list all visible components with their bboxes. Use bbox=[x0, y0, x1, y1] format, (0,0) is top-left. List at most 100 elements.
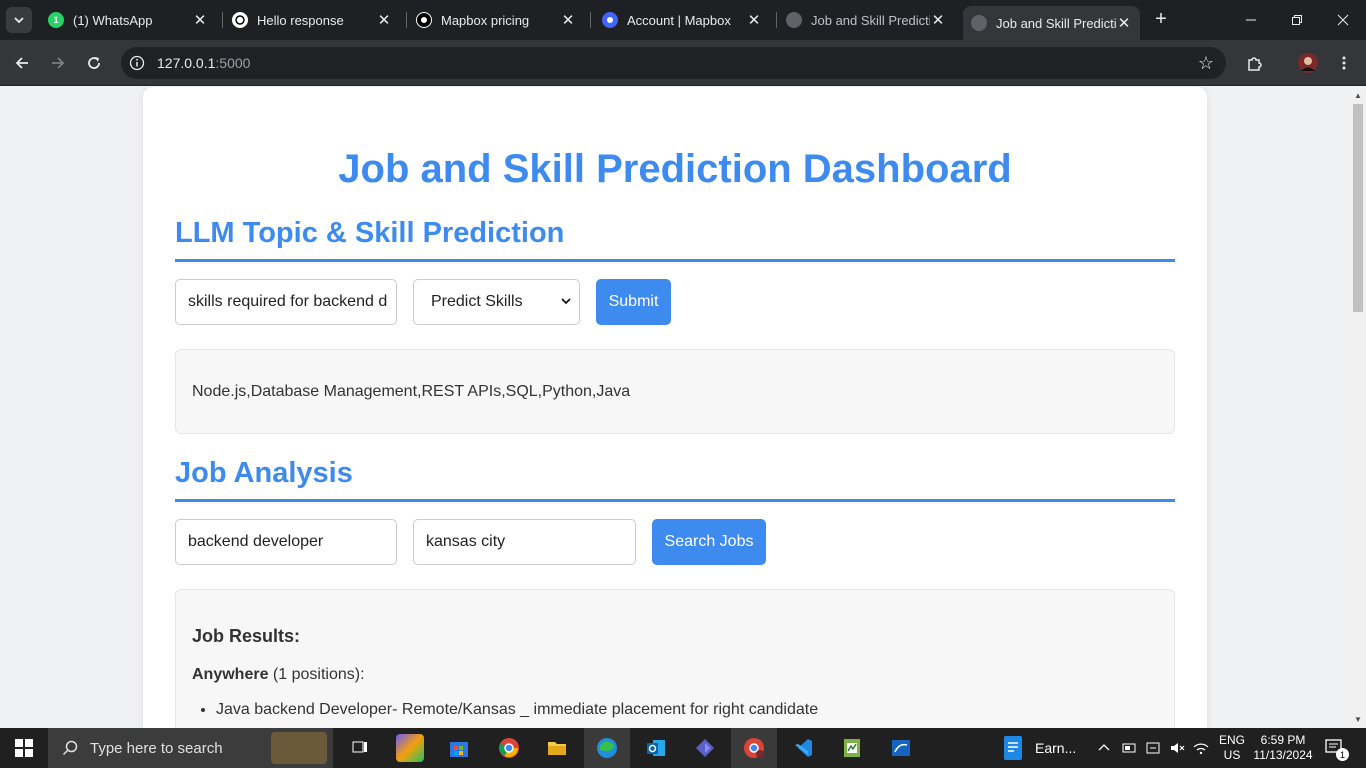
chrome-menu-button[interactable] bbox=[1332, 51, 1356, 75]
wifi-icon[interactable] bbox=[1193, 741, 1209, 755]
reload-icon bbox=[88, 57, 100, 69]
search-highlight-image bbox=[271, 732, 327, 764]
tab-whatsapp[interactable]: 1 (1) WhatsApp ✕ bbox=[40, 0, 216, 40]
vpn-icon[interactable] bbox=[1145, 741, 1161, 755]
search-jobs-button[interactable]: Search Jobs bbox=[652, 519, 766, 565]
restore-icon bbox=[1292, 15, 1302, 25]
file-explorer-icon[interactable] bbox=[543, 734, 571, 762]
tab-title: Mapbox pricing bbox=[441, 12, 530, 28]
job-list: Java backend Developer- Remote/Kansas _ … bbox=[216, 701, 818, 719]
url-host: 127.0.0.1 bbox=[157, 55, 216, 71]
job-list-item: Java backend Developer- Remote/Kansas _ … bbox=[216, 701, 818, 719]
notification-center-button[interactable]: 1 bbox=[1324, 728, 1349, 768]
page-scrollbar[interactable]: ▲ ▼ bbox=[1350, 87, 1366, 728]
tab-mapbox-pricing[interactable]: Mapbox pricing ✕ bbox=[408, 0, 584, 40]
clock[interactable]: 6:59 PM 11/13/2024 bbox=[1251, 728, 1315, 768]
mysql-workbench-icon[interactable] bbox=[887, 734, 915, 762]
tab-title: Job and Skill Predictio bbox=[811, 12, 930, 28]
submit-button[interactable]: Submit bbox=[596, 279, 671, 325]
close-tab-icon[interactable]: ✕ bbox=[560, 11, 576, 29]
tab-separator bbox=[222, 12, 223, 28]
address-bar[interactable]: 127.0.0.1:5000 ☆ bbox=[121, 47, 1226, 79]
job-group-location: Anywhere bbox=[192, 666, 269, 683]
extensions-button[interactable] bbox=[1243, 51, 1267, 75]
page-title: Job and Skill Prediction Dashboard bbox=[338, 147, 1012, 191]
battery-icon[interactable] bbox=[1121, 741, 1137, 755]
llm-result-text: Node.js,Database Management,REST APIs,SQ… bbox=[192, 383, 631, 400]
spreadsheet-app-icon[interactable] bbox=[838, 734, 866, 762]
chevron-down-icon bbox=[14, 17, 24, 24]
chevron-up-icon[interactable] bbox=[1097, 741, 1111, 755]
close-window-button[interactable] bbox=[1320, 0, 1366, 40]
globe-icon bbox=[971, 15, 987, 31]
scroll-up-icon[interactable]: ▲ bbox=[1354, 91, 1362, 100]
scroll-down-icon[interactable]: ▼ bbox=[1354, 715, 1362, 724]
taskbar-search-box[interactable]: Type here to search bbox=[48, 728, 333, 768]
tab-separator bbox=[406, 12, 407, 28]
job-location-input[interactable]: kansas city bbox=[413, 519, 636, 565]
outlook-icon[interactable] bbox=[642, 734, 670, 762]
vscode-icon[interactable] bbox=[789, 734, 817, 762]
microsoft-store-icon[interactable] bbox=[445, 734, 473, 762]
chatgpt-icon bbox=[232, 12, 248, 28]
bookmark-star-icon[interactable]: ☆ bbox=[1198, 53, 1214, 74]
start-button[interactable] bbox=[10, 734, 38, 762]
tab-hello-response[interactable]: Hello response ✕ bbox=[224, 0, 400, 40]
new-tab-button[interactable]: + bbox=[1150, 8, 1172, 31]
scrollbar-thumb[interactable] bbox=[1353, 104, 1363, 312]
prediction-mode-select[interactable]: Predict Skills bbox=[413, 279, 580, 325]
tab-title: (1) WhatsApp bbox=[73, 12, 153, 28]
browser-toolbar: 127.0.0.1:5000 ☆ bbox=[0, 40, 1366, 86]
close-tab-icon[interactable]: ✕ bbox=[930, 11, 946, 29]
llm-result-box: Node.js,Database Management,REST APIs,SQ… bbox=[175, 349, 1175, 434]
restore-button[interactable] bbox=[1274, 0, 1320, 40]
lang-bottom: US bbox=[1223, 748, 1241, 762]
job-section-heading: Job Analysis bbox=[175, 457, 353, 489]
job-results-heading: Job Results: bbox=[192, 626, 301, 646]
pinned-app-label: Earn... bbox=[1035, 740, 1077, 756]
notification-badge: 1 bbox=[1336, 748, 1349, 761]
close-tab-icon[interactable]: ✕ bbox=[376, 11, 392, 29]
tab-title: Account | Mapbox bbox=[627, 12, 731, 28]
url-text: 127.0.0.1:5000 bbox=[157, 55, 250, 71]
pinned-weather-widget[interactable]: Earn... bbox=[1002, 728, 1076, 768]
language-indicator[interactable]: ENG US bbox=[1219, 728, 1245, 768]
tab-job-skill-1[interactable]: Job and Skill Predictio ✕ bbox=[778, 0, 954, 40]
info-icon[interactable] bbox=[129, 55, 145, 71]
windows-taskbar: Type here to search Earn... ENG US 6:59 … bbox=[0, 728, 1366, 768]
search-placeholder: Type here to search bbox=[90, 739, 223, 757]
more-vertical-icon bbox=[1342, 56, 1346, 70]
minimize-button[interactable] bbox=[1228, 0, 1274, 40]
forward-button[interactable] bbox=[46, 51, 70, 75]
job-role-input[interactable]: backend developer bbox=[175, 519, 397, 565]
close-tab-icon[interactable]: ✕ bbox=[746, 11, 762, 29]
windows-logo-icon bbox=[15, 739, 33, 757]
close-tab-icon[interactable]: ✕ bbox=[1116, 14, 1132, 32]
chevron-down-icon bbox=[561, 298, 571, 305]
power-automate-icon[interactable] bbox=[691, 734, 719, 762]
back-button[interactable] bbox=[10, 51, 34, 75]
document-app-icon bbox=[1004, 736, 1022, 760]
section-divider bbox=[175, 499, 1175, 502]
tab-search-button[interactable] bbox=[6, 7, 32, 33]
tab-separator bbox=[590, 12, 591, 28]
tab-job-skill-active[interactable]: Job and Skill Predictio ✕ bbox=[963, 6, 1140, 40]
tab-strip: 1 (1) WhatsApp ✕ Hello response ✕ Mapbox… bbox=[0, 0, 1366, 40]
llm-query-input[interactable]: skills required for backend d bbox=[175, 279, 397, 325]
arrow-left-icon bbox=[15, 57, 28, 69]
close-tab-icon[interactable]: ✕ bbox=[192, 11, 208, 29]
section-divider bbox=[175, 259, 1175, 262]
chrome-icon[interactable] bbox=[495, 734, 523, 762]
profile-avatar[interactable] bbox=[1296, 51, 1320, 75]
speaker-muted-icon[interactable] bbox=[1169, 741, 1185, 755]
globe-icon bbox=[786, 12, 802, 28]
task-view-icon[interactable] bbox=[346, 734, 374, 762]
reload-button[interactable] bbox=[82, 51, 106, 75]
system-tray bbox=[1097, 728, 1209, 768]
edge-icon[interactable] bbox=[593, 734, 621, 762]
chrome-profile-icon[interactable] bbox=[740, 734, 768, 762]
tab-mapbox-account[interactable]: Account | Mapbox ✕ bbox=[594, 0, 770, 40]
llm-section-heading: LLM Topic & Skill Prediction bbox=[175, 217, 565, 249]
copilot-icon[interactable] bbox=[396, 734, 424, 762]
close-icon bbox=[1337, 14, 1349, 26]
